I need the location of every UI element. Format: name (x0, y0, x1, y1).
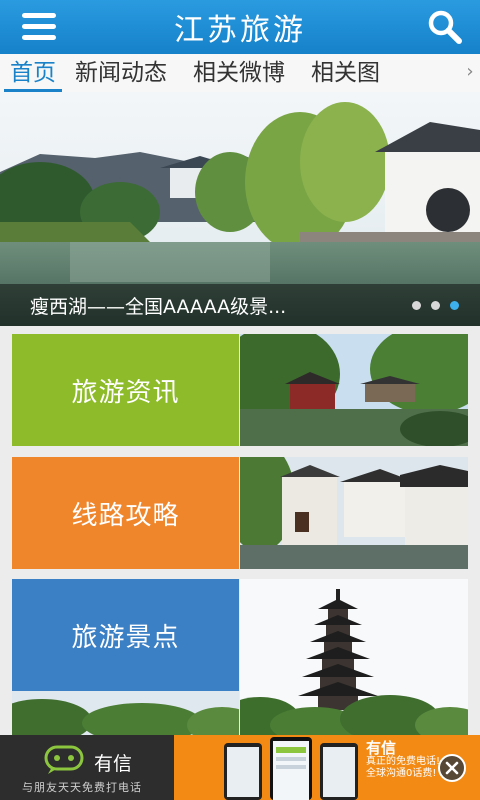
banner-carousel[interactable]: 瘦西湖——全国AAAAA级景... (0, 92, 480, 326)
tab-bar: 首页 新闻动态 相关微博 相关图 › (0, 54, 480, 92)
ad-title: 有信 (366, 739, 397, 757)
tile-scenic-spots-bg: 旅游景点 (12, 579, 239, 691)
phone-screenshots-image (224, 737, 358, 800)
tile-route-guide-label: 线路攻略 (71, 500, 180, 531)
app-root: 江苏旅游 首页 新闻动态 相关微博 相关图 › 瘦西湖——全国AAAAA级景..… (0, 0, 480, 800)
search-icon[interactable] (426, 8, 464, 46)
tile-scenic-spots-photo (240, 579, 468, 735)
tab-pictures[interactable]: 相关图 (298, 54, 393, 92)
tab-home[interactable]: 首页 (4, 54, 62, 92)
tile-travel-news[interactable]: 旅游资讯 (12, 334, 468, 446)
tile-travel-news-label: 旅游资讯 (71, 377, 180, 408)
carousel-dot[interactable] (431, 301, 440, 310)
chat-bubble-icon (44, 745, 84, 774)
carousel-dot[interactable] (412, 301, 421, 310)
app-title: 江苏旅游 (174, 13, 306, 48)
tile-scenic-spots-label: 旅游景点 (71, 622, 180, 653)
tile-route-guide-bg: 线路攻略 (12, 457, 239, 569)
close-icon[interactable] (438, 754, 466, 782)
tile-scenic-spots[interactable]: 旅游景点 (12, 579, 468, 735)
ad-desc-line1: 真正的免费电话! (366, 756, 441, 767)
carousel-dot-active[interactable] (450, 301, 459, 310)
app-header: 江苏旅游 (0, 0, 480, 54)
tabs-scroll-arrow[interactable]: › (460, 54, 480, 92)
ad-left-panel: 有信 与朋友天天免费打电话 (0, 735, 174, 800)
tab-weibo[interactable]: 相关微博 (180, 54, 298, 92)
banner-caption: 瘦西湖——全国AAAAA级景... (30, 296, 287, 318)
ad-slogan: 与朋友天天免费打电话 (22, 781, 142, 794)
tile-route-guide[interactable]: 线路攻略 (12, 457, 468, 569)
tile-travel-news-bg: 旅游资讯 (12, 334, 239, 446)
ad-desc-line2: 全球沟通0话费! (366, 768, 437, 779)
banner-caption-bar: 瘦西湖——全国AAAAA级景... (0, 284, 480, 326)
tile-scenic-spots-strip (12, 691, 239, 735)
tab-news[interactable]: 新闻动态 (62, 54, 180, 92)
menu-icon[interactable] (20, 10, 60, 44)
tile-route-guide-photo (240, 457, 468, 569)
ad-description: 真正的免费电话! 全球沟通0话费! (366, 756, 440, 780)
tile-travel-news-photo (240, 334, 468, 446)
ad-brand: 有信 (94, 753, 133, 775)
